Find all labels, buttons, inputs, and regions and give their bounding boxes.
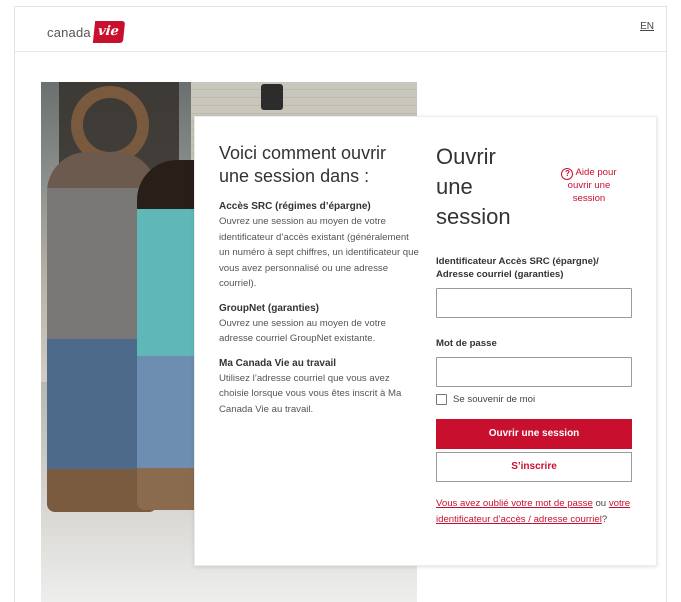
logo-mark: vie: [92, 21, 125, 43]
instructions-section-src: Accès SRC (régimes d’épargne) Ouvrez une…: [219, 199, 419, 292]
section-heading: GroupNet (garanties): [219, 302, 320, 314]
section-text: Ouvrez une session au moyen de votre ide…: [219, 216, 419, 289]
instructions-section-work: Ma Canada Vie au travail Utilisez l’adre…: [219, 356, 419, 418]
section-text: Utilisez l’adresse courriel que vous ave…: [219, 372, 402, 415]
remember-me-checkbox[interactable]: [436, 394, 447, 405]
remember-me-label: Se souvenir de moi: [453, 394, 536, 405]
forgot-credentials: Vous avez oublié votre mot de passe ou v…: [436, 496, 632, 528]
help-link[interactable]: ? Aide pour ouvrir une session: [554, 167, 624, 205]
instructions-title: Voici comment ouvrir une session dans :: [219, 143, 387, 186]
help-circle-icon: ?: [561, 168, 574, 180]
form-title: Ouvrir une session: [436, 144, 511, 229]
help-link-label: Aide pour ouvrir une session: [567, 167, 617, 204]
logo-wordmark: canada: [47, 24, 91, 40]
page-frame: canada vie EN Voici comment ouvrir une s…: [14, 6, 667, 602]
site-header: canada vie EN: [15, 7, 666, 52]
id-input[interactable]: [436, 288, 632, 318]
remember-me[interactable]: Se souvenir de moi: [436, 394, 632, 405]
form-header: Ouvrir une session ? Aide pour ouvrir une…: [436, 142, 632, 244]
forgot-end-text: ?: [601, 514, 608, 525]
password-input[interactable]: [436, 357, 632, 387]
forgot-password-link[interactable]: Vous avez oublié votre mot de passe: [436, 498, 593, 509]
password-field-label: Mot de passe: [436, 338, 497, 349]
instructions-section-groupnet: GroupNet (garanties) Ouvrez une session …: [219, 301, 419, 347]
canada-vie-logo[interactable]: canada vie: [47, 20, 125, 44]
section-text: Ouvrez une session au moyen de votre adr…: [219, 317, 386, 345]
section-heading: Accès SRC (régimes d’épargne): [219, 201, 371, 212]
register-button[interactable]: S’inscrire: [436, 452, 632, 482]
login-instructions: Voici comment ouvrir une session dans : …: [219, 142, 419, 426]
id-field-label: Identificateur Accès SRC (épargne)/ Adre…: [436, 256, 599, 280]
forgot-or-text: ou: [592, 498, 609, 509]
login-card: Voici comment ouvrir une session dans : …: [194, 116, 657, 566]
language-toggle-link[interactable]: EN: [640, 21, 654, 32]
hero-lamp: [261, 84, 283, 110]
login-button[interactable]: Ouvrir une session: [436, 419, 632, 449]
login-form: Ouvrir une session ? Aide pour ouvrir une…: [436, 142, 632, 528]
section-heading: Ma Canada Vie au travail: [219, 357, 337, 369]
